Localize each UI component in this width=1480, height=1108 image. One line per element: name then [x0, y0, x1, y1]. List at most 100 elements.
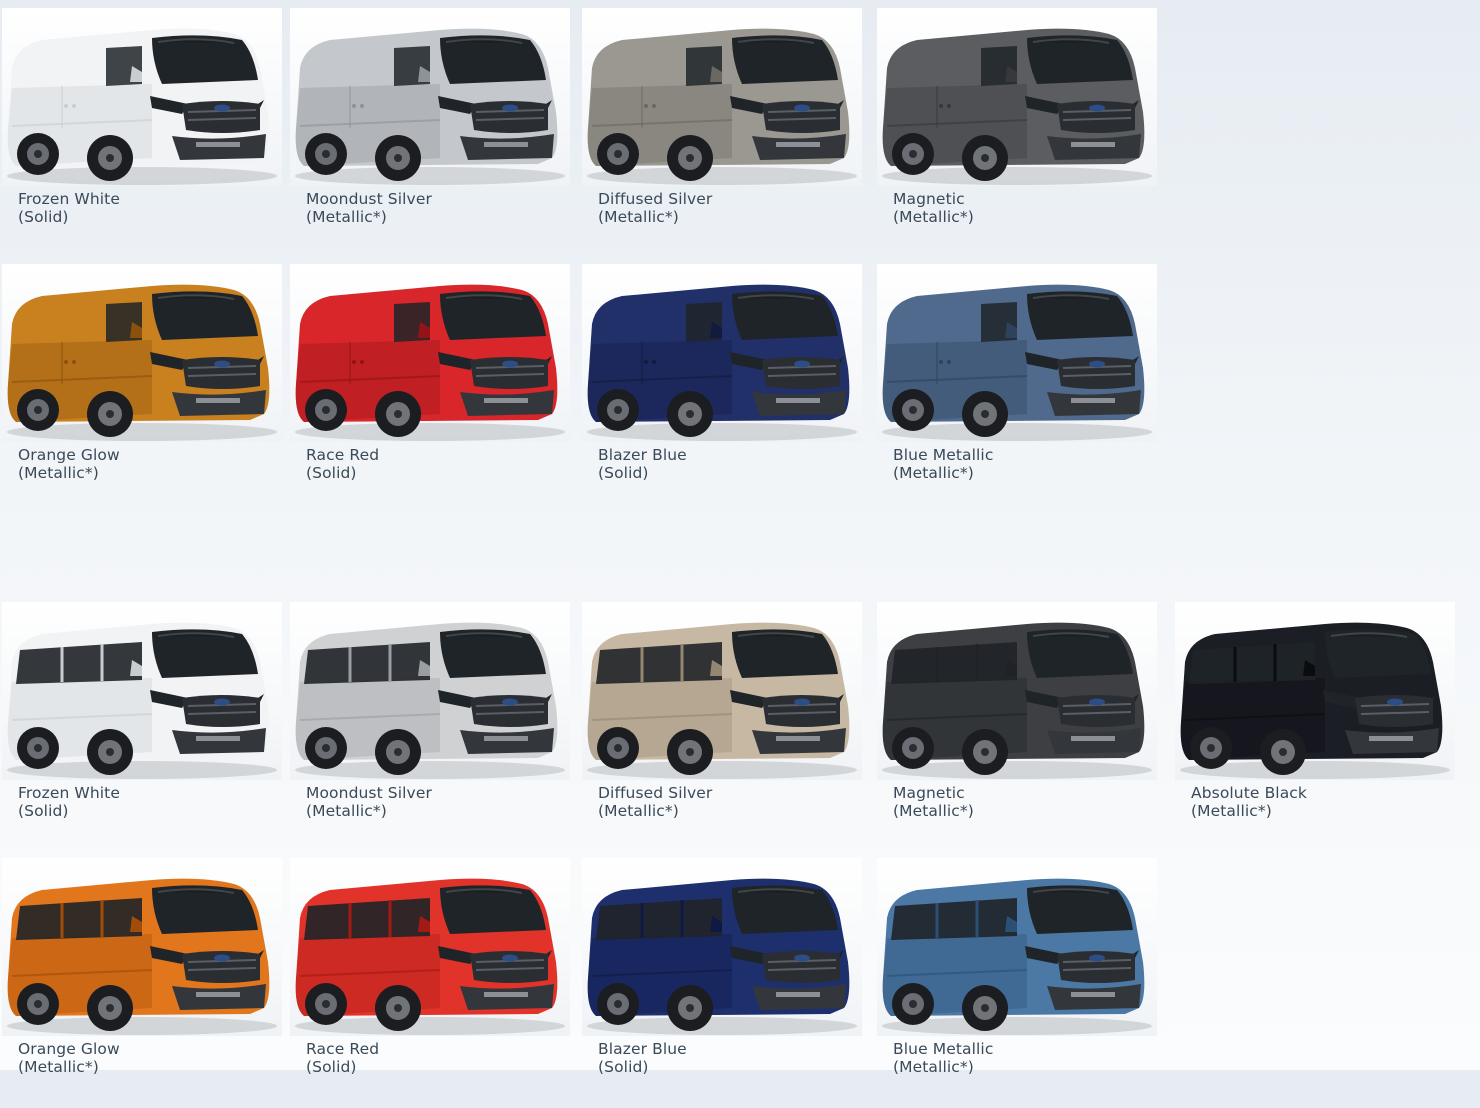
swatch-caption: Race Red (Solid): [306, 1040, 379, 1076]
van-photo: [582, 602, 862, 780]
van-photo: [290, 264, 570, 442]
van-photo: [290, 8, 570, 186]
van-image: [295, 878, 565, 1035]
colour-name: Orange Glow: [18, 446, 120, 464]
colour-name: Frozen White: [18, 190, 120, 208]
paint-finish: (Metallic*): [18, 1058, 99, 1076]
swatch-caption: Magnetic (Metallic*): [893, 784, 974, 820]
van-photo: [2, 858, 282, 1036]
paint-finish: (Solid): [306, 464, 357, 482]
colour-name: Race Red: [306, 446, 380, 464]
van-photo: [582, 858, 862, 1036]
colour-name: Magnetic: [893, 190, 965, 208]
colour-name: Magnetic: [893, 784, 965, 802]
colour-swatch: Blazer Blue (Solid): [582, 858, 874, 1108]
van-image: [1180, 622, 1450, 779]
van-photo: [290, 602, 570, 780]
van-image: [7, 28, 277, 185]
swatch-caption: Moondust Silver (Metallic*): [306, 784, 432, 820]
colour-swatch: Magnetic (Metallic*): [877, 8, 1169, 258]
swatch-caption: Absolute Black (Metallic*): [1191, 784, 1307, 820]
van-photo: [2, 264, 282, 442]
swatch-caption: Blazer Blue (Solid): [598, 1040, 687, 1076]
colour-name: Moondust Silver: [306, 190, 432, 208]
colour-swatch: Race Red (Solid): [290, 264, 582, 514]
colour-swatch: Orange Glow (Metallic*): [2, 264, 294, 514]
colour-swatch: Moondust Silver (Metallic*): [290, 602, 582, 852]
van-image: [295, 284, 565, 441]
van-image: [882, 284, 1152, 441]
swatch-caption: Race Red (Solid): [306, 446, 379, 482]
van-image: [882, 28, 1152, 185]
colour-swatch: Diffused Silver (Metallic*): [582, 8, 874, 258]
van-image: [587, 622, 857, 779]
van-photo: [290, 858, 570, 1036]
colour-swatch: Absolute Black (Metallic*): [1175, 602, 1467, 852]
paint-finish: (Solid): [598, 464, 649, 482]
van-photo: [877, 602, 1157, 780]
colour-swatch: Orange Glow (Metallic*): [2, 858, 294, 1108]
paint-finish: (Solid): [18, 802, 69, 820]
paint-finish: (Metallic*): [1191, 802, 1272, 820]
colour-name: Moondust Silver: [306, 784, 432, 802]
paint-finish: (Metallic*): [306, 802, 387, 820]
colour-swatch: Blazer Blue (Solid): [582, 264, 874, 514]
swatch-caption: Orange Glow (Metallic*): [18, 446, 120, 482]
van-image: [587, 28, 857, 185]
colour-name: Diffused Silver: [598, 784, 713, 802]
colour-swatch: Magnetic (Metallic*): [877, 602, 1169, 852]
colour-name: Blue Metallic: [893, 446, 994, 464]
colour-name: Frozen White: [18, 784, 120, 802]
swatch-caption: Moondust Silver (Metallic*): [306, 190, 432, 226]
van-photo: [1175, 602, 1455, 780]
van-photo: [582, 264, 862, 442]
swatch-caption: Frozen White (Solid): [18, 190, 120, 226]
van-image: [587, 284, 857, 441]
colour-name: Blue Metallic: [893, 1040, 994, 1058]
van-image: [587, 878, 857, 1035]
colour-swatch: Blue Metallic (Metallic*): [877, 264, 1169, 514]
van-image: [882, 878, 1152, 1035]
colour-name: Absolute Black: [1191, 784, 1308, 802]
colour-swatch: Blue Metallic (Metallic*): [877, 858, 1169, 1108]
paint-finish: (Metallic*): [306, 208, 387, 226]
van-photo: [877, 858, 1157, 1036]
colour-swatch: Frozen White (Solid): [2, 8, 294, 258]
van-image: [7, 284, 277, 441]
swatch-caption: Blue Metallic (Metallic*): [893, 446, 993, 482]
colour-name: Race Red: [306, 1040, 380, 1058]
paint-finish: (Solid): [306, 1058, 357, 1076]
colour-swatch: Diffused Silver (Metallic*): [582, 602, 874, 852]
paint-finish: (Metallic*): [598, 802, 679, 820]
colour-swatch: Frozen White (Solid): [2, 602, 294, 852]
paint-finish: (Metallic*): [18, 464, 99, 482]
paint-finish: (Metallic*): [598, 208, 679, 226]
van-photo: [2, 602, 282, 780]
van-photo: [2, 8, 282, 186]
swatch-caption: Diffused Silver (Metallic*): [598, 784, 712, 820]
colour-swatch: Race Red (Solid): [290, 858, 582, 1108]
colour-name: Blazer Blue: [598, 446, 687, 464]
colour-name: Orange Glow: [18, 1040, 120, 1058]
paint-finish: (Solid): [598, 1058, 649, 1076]
paint-finish: (Metallic*): [893, 208, 974, 226]
colour-name: Blazer Blue: [598, 1040, 687, 1058]
colour-swatch: Moondust Silver (Metallic*): [290, 8, 582, 258]
swatch-caption: Orange Glow (Metallic*): [18, 1040, 120, 1076]
swatch-caption: Diffused Silver (Metallic*): [598, 190, 712, 226]
paint-finish: (Metallic*): [893, 1058, 974, 1076]
van-photo: [877, 8, 1157, 186]
swatch-caption: Frozen White (Solid): [18, 784, 120, 820]
swatch-caption: Blue Metallic (Metallic*): [893, 1040, 993, 1076]
van-photo: [877, 264, 1157, 442]
van-image: [882, 622, 1152, 779]
van-image: [7, 622, 277, 779]
swatch-caption: Magnetic (Metallic*): [893, 190, 974, 226]
paint-finish: (Metallic*): [893, 802, 974, 820]
van-image: [295, 28, 565, 185]
swatch-caption: Blazer Blue (Solid): [598, 446, 687, 482]
paint-finish: (Metallic*): [893, 464, 974, 482]
van-image: [7, 878, 277, 1035]
paint-finish: (Solid): [18, 208, 69, 226]
colour-name: Diffused Silver: [598, 190, 713, 208]
